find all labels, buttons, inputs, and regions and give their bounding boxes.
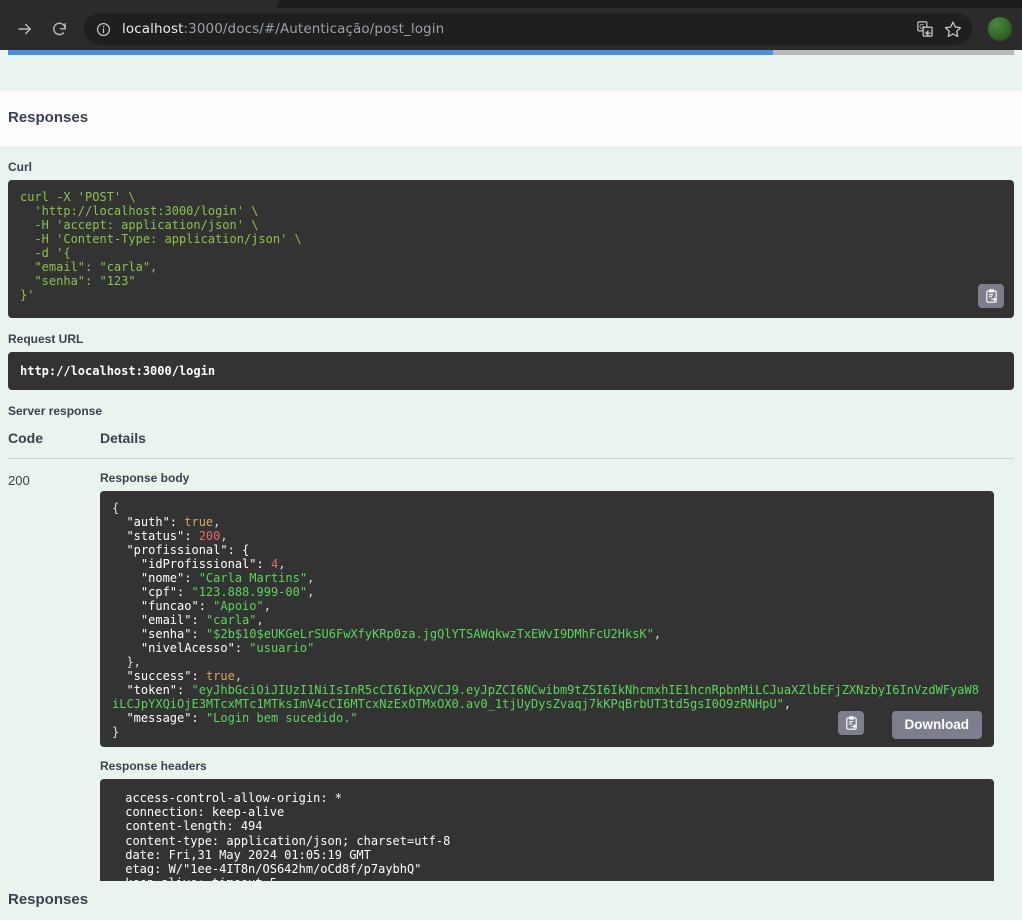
responses-heading-bottom-wrap: Responses xyxy=(0,881,1022,920)
responses-heading-top: Responses xyxy=(8,109,89,126)
curl-line-5: -d '{ xyxy=(20,246,71,260)
curl-line-3: -H 'accept: application/json' \ xyxy=(20,218,259,232)
curl-codeblock: curl -X 'POST' \ 'http://localhost:3000/… xyxy=(8,180,1014,318)
table-header-row: Code Details xyxy=(8,424,1014,459)
rb-status-key: "status": xyxy=(112,529,199,543)
star-icon[interactable] xyxy=(944,20,962,38)
rb-id-key: "idProfissional": xyxy=(112,557,271,571)
curl-line-1-cmd: curl -X xyxy=(20,190,78,204)
request-url-label: Request URL xyxy=(8,332,84,346)
url-path: :3000/docs/#/Autenticação/post_login xyxy=(183,21,445,37)
rb-email-comma: , xyxy=(256,613,264,627)
header-line: access-control-allow-origin: * xyxy=(118,791,342,805)
curl-line-4: -H 'Content-Type: application/json' \ xyxy=(20,232,302,246)
rb-senha-key: "senha": xyxy=(112,627,206,641)
download-button[interactable]: Download xyxy=(891,711,982,739)
forward-button[interactable] xyxy=(10,14,40,44)
rb-senha-comma: , xyxy=(653,627,662,641)
curl-line-1-method: 'POST' xyxy=(77,190,122,204)
page-load-progress xyxy=(0,50,1022,57)
rb-success-val: true xyxy=(205,669,235,683)
rb-nome-key: "nome": xyxy=(112,571,199,585)
rb-funcao-comma: , xyxy=(263,599,271,613)
url-host: localhost xyxy=(122,21,184,37)
avatar[interactable] xyxy=(988,17,1012,41)
column-header-details: Details xyxy=(100,430,146,446)
rb-status-val: 200 xyxy=(198,529,221,543)
rb-token-val: "eyJhbGciOiJIUzI1NiIsInR5cCI6IkpXVCJ9.ey… xyxy=(112,683,979,711)
rb-message-val: "Login bem sucedido." xyxy=(205,711,358,725)
responses-header-band: Responses xyxy=(0,91,1022,146)
curl-line-6: "email": "carla", xyxy=(20,260,158,274)
translate-icon[interactable]: G xyxy=(916,20,934,38)
omnibox-actions: G xyxy=(906,20,962,38)
curl-line-7: "senha": "123" xyxy=(20,274,136,288)
rb-open: { xyxy=(112,501,120,515)
curl-line-2: 'http://localhost:3000/login' \ xyxy=(20,204,259,218)
responses-heading-bottom: Responses xyxy=(8,891,89,908)
svg-text:G: G xyxy=(919,23,924,31)
rb-cpf-comma: , xyxy=(307,585,315,599)
response-headers-label: Response headers xyxy=(100,759,207,773)
rb-success-comma: , xyxy=(234,669,243,683)
rb-token-key: "token": xyxy=(112,683,192,697)
header-line: content-length: 494 xyxy=(118,819,263,834)
info-icon[interactable] xyxy=(92,18,114,40)
browser-toolbar: localhost:3000/docs/#/Autenticação/post_… xyxy=(0,8,1022,50)
server-response-table: Code Details 200 Response body { "auth":… xyxy=(8,424,1014,917)
curl-line-1-cont: \ xyxy=(121,190,136,204)
server-response-label: Server response xyxy=(8,404,103,418)
reload-button[interactable] xyxy=(44,14,74,44)
rb-email-val: "carla" xyxy=(205,613,257,627)
responses-content: Curl curl -X 'POST' \ 'http://localhost:… xyxy=(0,160,1022,917)
rb-nivel-val: "usuario" xyxy=(249,641,315,655)
rb-close-prof: }, xyxy=(112,655,141,669)
status-code: 200 xyxy=(8,473,30,488)
rb-nome-val: "Carla Martins" xyxy=(198,571,308,585)
header-line: connection: keep-alive xyxy=(118,805,285,820)
curl-line-8: }' xyxy=(20,288,35,302)
rb-nivel-key: "nivelAcesso": xyxy=(112,641,250,655)
curl-label: Curl xyxy=(8,160,32,174)
rb-id-comma: , xyxy=(278,557,286,571)
rb-email-key: "email": xyxy=(112,613,206,627)
top-spacer xyxy=(0,57,1022,91)
rb-status-comma: , xyxy=(220,529,228,543)
rb-senha-val: "$2b$10$eUKGeLrSU6FwXfyKRp0za.jgQlYTSAWq… xyxy=(205,627,654,641)
copy-response-button[interactable] xyxy=(838,711,864,735)
rb-auth-key: "auth": xyxy=(112,515,185,529)
rb-success-key: "success": xyxy=(112,669,206,683)
request-url-value: http://localhost:3000/login xyxy=(8,352,1014,390)
address-bar[interactable]: localhost:3000/docs/#/Autenticação/post_… xyxy=(84,13,972,45)
rb-profissional-key: "profissional": { xyxy=(112,543,250,557)
response-body-codeblock: { "auth": true, "status": 200, "profissi… xyxy=(100,491,994,747)
rb-funcao-val: "Apoio" xyxy=(213,599,264,613)
response-body-label: Response body xyxy=(100,471,190,485)
column-header-code: Code xyxy=(8,430,43,446)
tabstrip-remnant xyxy=(276,0,1022,8)
header-line: date: Fri,31 May 2024 01:05:19 GMT xyxy=(118,847,371,862)
rb-cpf-val: "123.888.999-00" xyxy=(191,585,308,599)
table-row: 200 Response body { "auth": true, "statu… xyxy=(8,459,1014,917)
rb-token-comma: , xyxy=(783,697,792,711)
rb-cpf-key: "cpf": xyxy=(112,585,192,599)
response-details: Response body { "auth": true, "status": … xyxy=(100,471,1014,917)
header-line: content-type: application/json; charset=… xyxy=(118,833,451,848)
url-text: localhost:3000/docs/#/Autenticação/post_… xyxy=(122,21,444,37)
rb-message-key: "message": xyxy=(112,711,206,725)
swagger-page: Responses Curl curl -X 'POST' \ 'http://… xyxy=(0,57,1022,920)
rb-auth-comma: , xyxy=(213,515,221,529)
copy-curl-button[interactable] xyxy=(978,284,1004,308)
rb-funcao-key: "funcao": xyxy=(112,599,214,613)
rb-nome-comma: , xyxy=(307,571,315,585)
rb-close: } xyxy=(112,725,120,739)
header-line: etag: W/"1ee-4IT8n/OS642hm/oCd8f/p7aybhQ… xyxy=(118,862,422,877)
rb-auth-val: true xyxy=(184,515,214,529)
progress-fill xyxy=(8,50,773,55)
browser-chrome: localhost:3000/docs/#/Autenticação/post_… xyxy=(0,0,1022,50)
